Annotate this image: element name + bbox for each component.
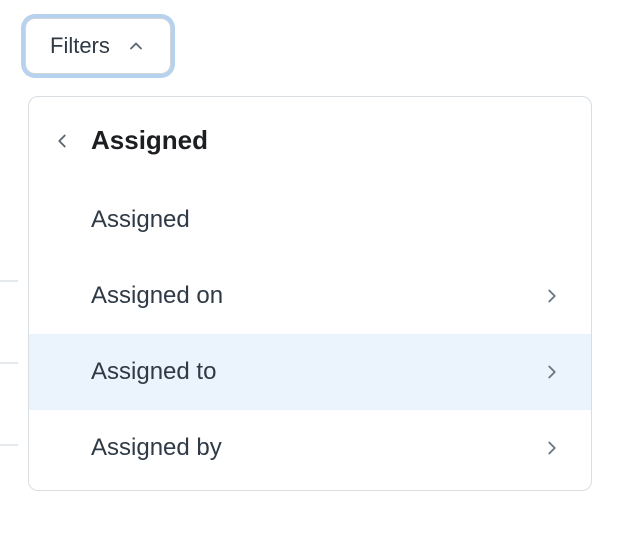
menu-item-assigned-to[interactable]: Assigned to xyxy=(29,334,591,410)
menu-item-label: Assigned on xyxy=(91,282,541,310)
chevron-right-icon xyxy=(541,437,563,459)
filters-dropdown-panel: Assigned Assigned Assigned on Assigned t… xyxy=(28,96,592,491)
chevron-up-icon xyxy=(126,36,146,56)
chevron-left-icon[interactable] xyxy=(51,130,77,152)
menu-item-assigned-on[interactable]: Assigned on xyxy=(29,258,591,334)
panel-title: Assigned xyxy=(87,125,208,156)
menu-item-label: Assigned by xyxy=(91,434,541,462)
filters-button-label: Filters xyxy=(50,33,110,59)
menu-item-assigned[interactable]: Assigned xyxy=(29,182,591,258)
menu-item-assigned-by[interactable]: Assigned by xyxy=(29,410,591,486)
menu-item-label: Assigned to xyxy=(91,358,541,386)
filters-button[interactable]: Filters xyxy=(25,18,171,74)
menu-item-label: Assigned xyxy=(91,206,563,234)
chevron-right-icon xyxy=(541,361,563,383)
chevron-right-icon xyxy=(541,285,563,307)
panel-header: Assigned xyxy=(29,113,591,182)
